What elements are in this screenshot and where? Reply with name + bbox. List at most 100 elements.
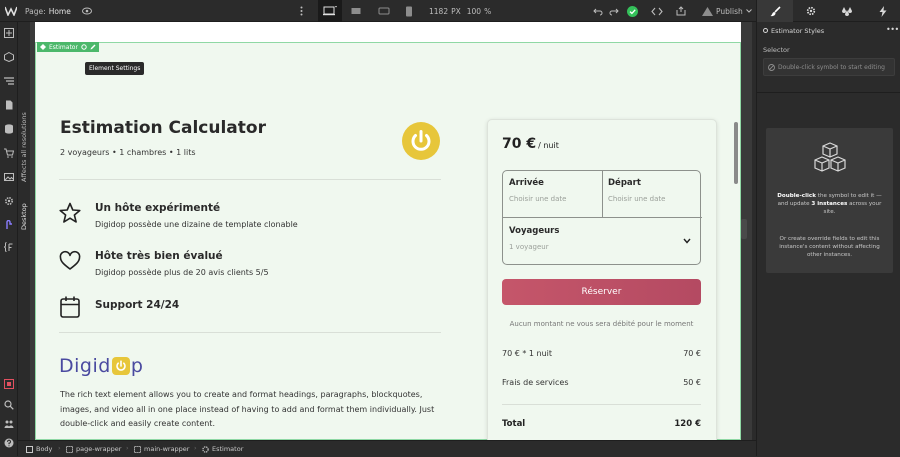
canvas-resize-handle[interactable] — [741, 219, 747, 239]
canvas-size-readout: 1182 PX 100 % — [429, 0, 491, 22]
style-name: Estimator Styles — [771, 27, 825, 35]
desktop-breakpoint-icon[interactable] — [318, 0, 342, 22]
selector-label: Selector — [763, 46, 790, 54]
publish-button[interactable]: Publish — [716, 0, 752, 22]
desktop-label: Desktop — [20, 203, 28, 230]
export-icon[interactable] — [676, 0, 687, 22]
brand-o-icon — [111, 357, 130, 375]
departure-date-field[interactable]: Départ Choisir une date — [608, 178, 665, 203]
more-options-icon[interactable] — [300, 0, 303, 22]
navigator-icon[interactable] — [4, 76, 14, 86]
divider — [602, 171, 603, 217]
breadcrumb-main-wrapper[interactable]: main-wrapper — [134, 441, 189, 457]
selector-placeholder: Double-click symbol to start editing — [778, 63, 885, 71]
style-panel: Estimator Styles ••• Selector Double-cli… — [756, 0, 900, 456]
components-icon[interactable] — [4, 52, 14, 62]
page-selector[interactable]: Page: Home — [25, 0, 71, 22]
help-icon[interactable] — [4, 438, 14, 448]
add-elements-icon[interactable] — [4, 28, 14, 38]
ecommerce-icon[interactable] — [4, 148, 14, 158]
users-icon[interactable] — [4, 419, 14, 429]
breadcrumb-label: Body — [36, 445, 53, 453]
affects-all-resolutions-label: Affects all resolutions — [20, 112, 28, 182]
breadcrumb-label: main-wrapper — [144, 445, 190, 453]
calendar-icon — [60, 296, 80, 318]
search-icon[interactable] — [4, 400, 14, 410]
tab-style-manager[interactable] — [829, 0, 865, 22]
arrival-placeholder: Choisir une date — [509, 195, 567, 203]
finsweet-icon[interactable] — [4, 220, 14, 230]
price-row-value: 70 € — [683, 349, 701, 358]
no-charge-note: Aucun montant ne vous sera débité pour l… — [509, 320, 694, 328]
div-block-icon — [134, 445, 141, 453]
symbol-info-box: Double-click the symbol to edit it — and… — [766, 128, 893, 273]
braces-f-icon[interactable] — [4, 242, 14, 252]
override-info-text: Or create override fields to edit this i… — [779, 236, 880, 258]
paintbrush-icon — [770, 5, 781, 16]
settings-gear-icon[interactable] — [81, 44, 87, 50]
brand-wordmark-start: Digid — [59, 355, 111, 377]
price-row-total: Total 120 € — [502, 419, 701, 429]
code-icon[interactable] — [651, 0, 663, 22]
arrival-date-field[interactable]: Arrivée Choisir une date — [509, 178, 566, 203]
canvas-scrollbar[interactable] — [734, 122, 738, 184]
record-icon[interactable] — [4, 379, 14, 389]
breadcrumb-page-wrapper[interactable]: page-wrapper — [66, 441, 121, 457]
lightning-icon — [879, 5, 887, 17]
cms-icon[interactable] — [4, 124, 14, 134]
style-header: Estimator Styles — [763, 27, 824, 35]
symbol-icon — [40, 44, 46, 50]
chevron-down-icon — [745, 9, 752, 13]
redo-icon[interactable] — [609, 0, 619, 22]
info-bold-doubleclick: Double-click — [777, 193, 816, 199]
departure-placeholder: Choisir une date — [608, 195, 666, 203]
more-options-icon[interactable]: ••• — [886, 25, 899, 34]
guests-select[interactable]: Voyageurs 1 voyageur — [509, 226, 695, 251]
symbol-icon — [202, 445, 209, 453]
reserve-button[interactable]: Réserver — [502, 279, 701, 305]
width-value: 1182 — [429, 6, 449, 16]
listing-summary: 2 voyageurs • 1 chambres • 1 lits — [60, 148, 196, 157]
selected-element-tag[interactable]: Estimator — [37, 42, 99, 52]
divider — [502, 404, 701, 405]
div-block-icon — [66, 445, 73, 453]
laptop-breakpoint-icon[interactable] — [350, 0, 362, 22]
price-row-value: 50 € — [683, 378, 701, 387]
saved-check-icon — [627, 0, 638, 22]
total-label: Total — [502, 419, 526, 429]
pages-icon[interactable] — [4, 100, 14, 110]
tab-style[interactable] — [757, 0, 793, 22]
price-unit: / nuit — [538, 141, 559, 150]
tablet-breakpoint-icon[interactable] — [378, 0, 390, 22]
breadcrumb-label: page-wrapper — [76, 445, 122, 453]
selector-field[interactable]: Double-click symbol to start editing — [763, 58, 895, 76]
breadcrumb-body[interactable]: Body — [26, 441, 52, 457]
tab-settings[interactable] — [793, 0, 829, 22]
tab-interactions[interactable] — [865, 0, 900, 22]
star-icon — [59, 202, 81, 223]
breadcrumb-separator-icon: › — [58, 444, 61, 452]
breadcrumb-label: Estimator — [212, 445, 244, 453]
price-row-label: 70 € * 1 nuit — [502, 349, 553, 358]
breadcrumb-separator-icon: › — [126, 444, 129, 452]
breadcrumb-separator-icon: › — [194, 444, 197, 452]
breadcrumb-estimator[interactable]: Estimator — [202, 441, 243, 457]
heart-icon — [59, 250, 81, 270]
eye-icon[interactable] — [82, 0, 92, 22]
undo-icon[interactable] — [593, 0, 603, 22]
page-label: Page: — [25, 6, 46, 16]
power-logo-icon — [402, 122, 440, 160]
element-settings-tooltip: Element Settings — [85, 62, 145, 75]
symbol-gear-icon — [763, 28, 768, 33]
webflow-logo-icon[interactable] — [5, 0, 17, 22]
page-title: Estimation Calculator — [60, 118, 266, 138]
edit-pencil-icon[interactable] — [90, 44, 96, 50]
page-preview: Estimator Element Settings Estimation Ca… — [35, 22, 741, 440]
designer-canvas[interactable]: Estimator Element Settings Estimation Ca… — [30, 22, 752, 440]
mobile-breakpoint-icon[interactable] — [405, 0, 413, 22]
zoom-value: 100 — [466, 6, 482, 16]
settings-gear-icon[interactable] — [4, 196, 14, 206]
divider — [59, 179, 441, 180]
gear-icon — [806, 6, 816, 16]
assets-icon[interactable] — [4, 172, 14, 182]
